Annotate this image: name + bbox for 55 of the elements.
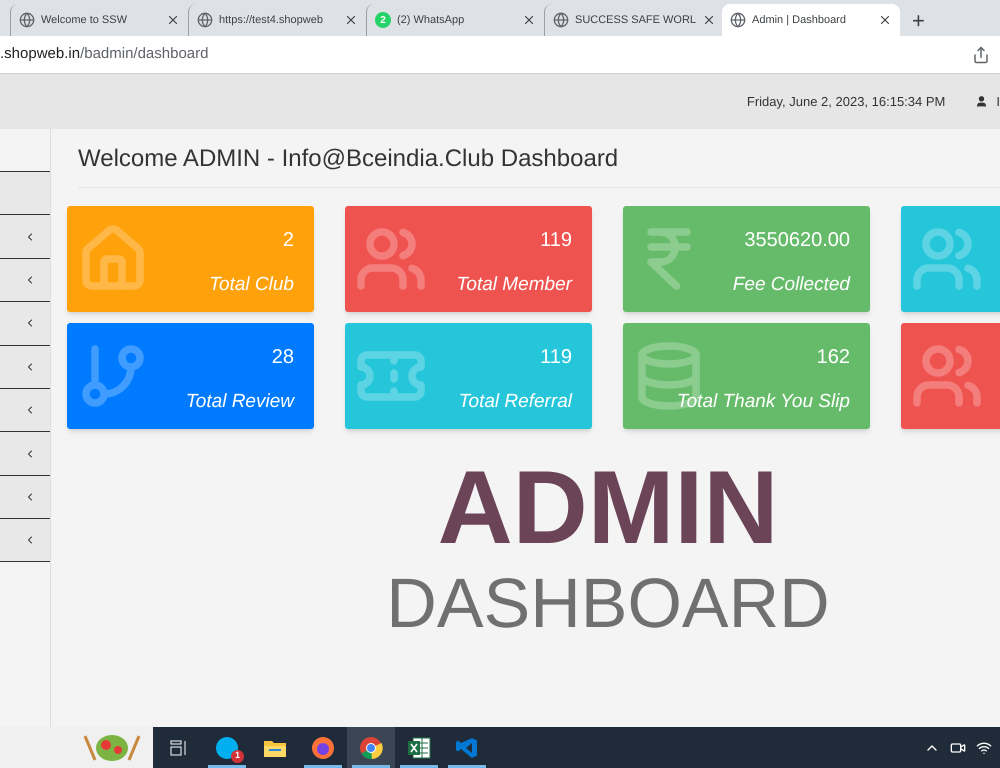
wifi-icon[interactable] bbox=[976, 740, 992, 756]
tab-title: (2) WhatsApp bbox=[397, 12, 466, 28]
new-tab-button[interactable]: + bbox=[900, 4, 937, 36]
stat-card[interactable]: 28 Total Review bbox=[67, 323, 314, 429]
tab-title: https://test4.shopweb bbox=[219, 12, 324, 28]
taskbar-app[interactable] bbox=[347, 727, 395, 768]
spreadsheet-icon bbox=[407, 736, 431, 758]
sidebar-item[interactable] bbox=[0, 258, 50, 302]
sidebar-item[interactable] bbox=[0, 474, 50, 518]
code-editor-icon bbox=[455, 736, 479, 760]
globe-icon bbox=[730, 12, 746, 28]
close-icon[interactable] bbox=[522, 13, 536, 27]
chrome-icon bbox=[359, 736, 383, 760]
user-menu[interactable]: I bbox=[975, 92, 1000, 112]
user-icon bbox=[975, 95, 988, 108]
close-icon[interactable] bbox=[344, 13, 358, 27]
task-view-icon bbox=[170, 740, 188, 756]
stat-label: Fee Collected bbox=[732, 273, 850, 297]
stat-label: Total Referral bbox=[458, 390, 572, 414]
taskbar-app[interactable]: 1 bbox=[203, 727, 251, 768]
stat-value: 119 bbox=[540, 345, 572, 370]
close-icon[interactable] bbox=[166, 13, 180, 27]
stat-label: Total Club bbox=[209, 273, 294, 297]
tab-title: SUCCESS SAFE WORL bbox=[575, 12, 696, 28]
banner-subtitle: DASHBOARD bbox=[386, 565, 830, 642]
sidebar-item[interactable] bbox=[0, 518, 50, 562]
tab-title: Admin | Dashboard bbox=[752, 12, 847, 28]
date-time: Friday, June 2, 2023, 16:15:34 PM bbox=[746, 92, 946, 111]
globe-icon bbox=[553, 12, 569, 28]
stat-label: Total Review bbox=[186, 390, 294, 414]
stat-label: Total Thank You Slip bbox=[676, 390, 850, 414]
close-icon[interactable] bbox=[878, 13, 892, 27]
sidebar-item[interactable] bbox=[0, 171, 50, 214]
page-title: Welcome ADMIN - Info@Bceindia.Club Dashboard bbox=[78, 145, 618, 172]
tab-title: Welcome to SSW bbox=[41, 12, 128, 28]
sidebar-item[interactable] bbox=[0, 344, 50, 388]
stat-value: 119 bbox=[540, 228, 572, 253]
stat-value: 162 bbox=[816, 345, 850, 370]
sidebar-item[interactable] bbox=[0, 388, 50, 432]
sidebar-item[interactable] bbox=[0, 431, 50, 475]
globe-icon bbox=[197, 12, 213, 28]
notification-badge: 1 bbox=[231, 750, 244, 762]
globe-icon bbox=[19, 12, 35, 28]
stat-value: 3550620.00 bbox=[744, 228, 850, 253]
tab-badge: 2 bbox=[375, 12, 391, 28]
banner-title: ADMIN bbox=[438, 451, 778, 566]
stat-value: 2 bbox=[282, 228, 294, 253]
firefox-icon bbox=[311, 736, 335, 760]
sidebar-item[interactable] bbox=[0, 214, 50, 258]
sidebar-item[interactable] bbox=[0, 301, 50, 345]
stat-value: 28 bbox=[272, 345, 294, 370]
address-field[interactable]: .shopweb.in/badmin/dashboard bbox=[0, 43, 208, 66]
stat-label: Total Member bbox=[456, 273, 572, 297]
browser-tab[interactable]: Admin | Dashboard bbox=[722, 4, 900, 36]
share-icon[interactable] bbox=[972, 46, 990, 64]
